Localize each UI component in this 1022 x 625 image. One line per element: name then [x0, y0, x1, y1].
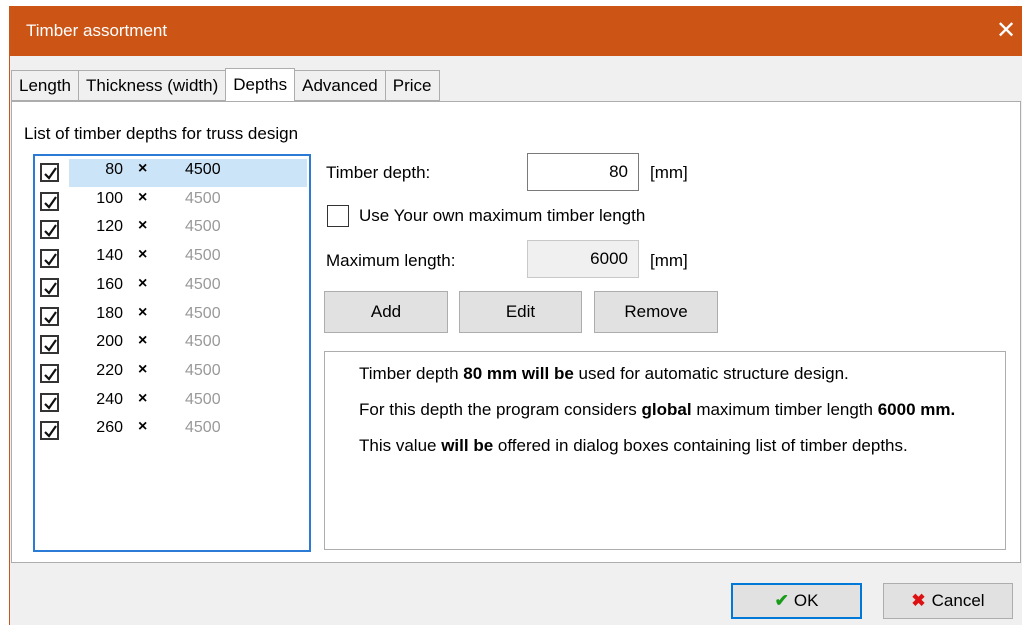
list-item[interactable]: 120 × 4500	[37, 215, 309, 243]
times-icon: ×	[138, 160, 148, 177]
add-button[interactable]: Add	[324, 291, 448, 333]
info-box: Timber depth 80 mm will be used for auto…	[324, 351, 1006, 550]
remove-button[interactable]: Remove	[594, 291, 718, 333]
check-icon	[44, 167, 57, 180]
row-checkbox[interactable]	[40, 277, 59, 297]
row-checkbox[interactable]	[40, 191, 59, 211]
row-depth: 180	[96, 304, 123, 322]
list-item[interactable]: 180 × 4500	[37, 302, 309, 330]
list-item[interactable]: 80 × 4500	[37, 158, 309, 187]
times-icon: ×	[138, 418, 148, 436]
max-length-label: Maximum length:	[326, 251, 456, 270]
row-checkbox[interactable]	[40, 421, 59, 441]
close-icon[interactable]: ✕	[993, 16, 1019, 46]
times-icon: ×	[138, 246, 148, 264]
row-length: 4500	[185, 390, 221, 408]
times-icon: ×	[138, 332, 148, 350]
row-checkbox[interactable]	[40, 392, 59, 412]
list-item[interactable]: 260 × 4500	[37, 416, 309, 444]
check-icon	[44, 368, 57, 381]
times-icon: ×	[138, 303, 148, 321]
row-length: 4500	[185, 333, 221, 351]
times-icon: ×	[138, 217, 148, 235]
list-item[interactable]: 200 × 4500	[37, 330, 309, 358]
check-icon	[44, 282, 57, 295]
timber-depth-input[interactable]: 80	[527, 153, 639, 191]
tab-thickness[interactable]: Thickness (width)	[78, 70, 226, 101]
tab-strip: Length Thickness (width) Depths Advanced…	[11, 68, 440, 102]
own-length-label: Use Your own maximum timber length	[359, 206, 646, 225]
info-line-1: Timber depth 80 mm will be used for auto…	[359, 364, 849, 383]
info-line-2: For this depth the program considers glo…	[359, 400, 956, 419]
check-icon	[44, 196, 57, 209]
row-length: 4500	[185, 247, 221, 265]
title-bar: Timber assortment ✕	[10, 6, 1022, 56]
row-checkbox[interactable]	[40, 249, 59, 269]
times-icon: ×	[138, 360, 148, 378]
own-length-checkbox[interactable]	[327, 205, 349, 227]
depth-listbox[interactable]: 80 × 4500 100 × 4500 120 × 4500 140 × 4500 160 × 4500 1…	[33, 154, 311, 552]
row-depth: 160	[96, 275, 123, 293]
row-checkbox[interactable]	[40, 163, 59, 182]
row-depth: 80	[105, 161, 123, 178]
row-depth: 200	[96, 333, 123, 351]
row-checkbox[interactable]	[40, 363, 59, 383]
list-item[interactable]: 140 × 4500	[37, 244, 309, 272]
check-icon	[44, 425, 57, 439]
row-length: 4500	[185, 361, 221, 379]
row-length: 4500	[185, 218, 221, 236]
row-length: 4500	[185, 304, 221, 322]
times-icon: ×	[138, 274, 148, 292]
check-icon	[44, 339, 57, 352]
list-item[interactable]: 160 × 4500	[37, 273, 309, 301]
row-depth: 220	[96, 361, 123, 379]
timber-depth-unit: [mm]	[650, 163, 688, 182]
tab-advanced[interactable]: Advanced	[295, 70, 385, 101]
row-depth: 240	[96, 390, 123, 408]
checkmark-icon: ✔	[774, 591, 789, 610]
cross-icon: ✖	[911, 591, 926, 610]
tab-depths[interactable]: Depths	[225, 68, 296, 102]
check-icon	[44, 396, 57, 410]
row-checkbox[interactable]	[40, 306, 59, 326]
tab-length[interactable]: Length	[11, 70, 78, 101]
row-checkbox[interactable]	[40, 335, 59, 355]
row-depth: 120	[96, 218, 123, 236]
check-icon	[44, 310, 57, 324]
list-caption: List of timber depths for truss design	[24, 124, 299, 143]
info-line-3: This value will be offered in dialog box…	[359, 436, 908, 455]
check-icon	[44, 253, 57, 266]
row-depth: 140	[96, 247, 123, 265]
list-item[interactable]: 220 × 4500	[37, 359, 309, 387]
times-icon: ×	[138, 389, 148, 407]
row-depth: 260	[96, 419, 123, 437]
timber-depth-label: Timber depth:	[326, 163, 431, 182]
row-checkbox[interactable]	[40, 220, 59, 240]
row-length: 4500	[185, 419, 221, 437]
times-icon: ×	[138, 188, 148, 206]
list-item[interactable]: 100 × 4500	[37, 187, 309, 215]
ok-button[interactable]: ✔ OK	[731, 583, 862, 619]
row-length: 4500	[185, 161, 221, 178]
cancel-button[interactable]: ✖ Cancel	[883, 583, 1013, 619]
row-depth: 100	[96, 189, 123, 207]
row-length: 4500	[185, 275, 221, 293]
tab-price[interactable]: Price	[384, 70, 440, 101]
check-icon	[44, 224, 57, 238]
max-length-input: 6000	[527, 240, 639, 278]
list-item[interactable]: 240 × 4500	[37, 388, 309, 416]
row-length: 4500	[185, 189, 221, 207]
max-length-unit: [mm]	[650, 251, 688, 270]
window-title: Timber assortment	[26, 21, 168, 40]
edit-button[interactable]: Edit	[459, 291, 582, 333]
